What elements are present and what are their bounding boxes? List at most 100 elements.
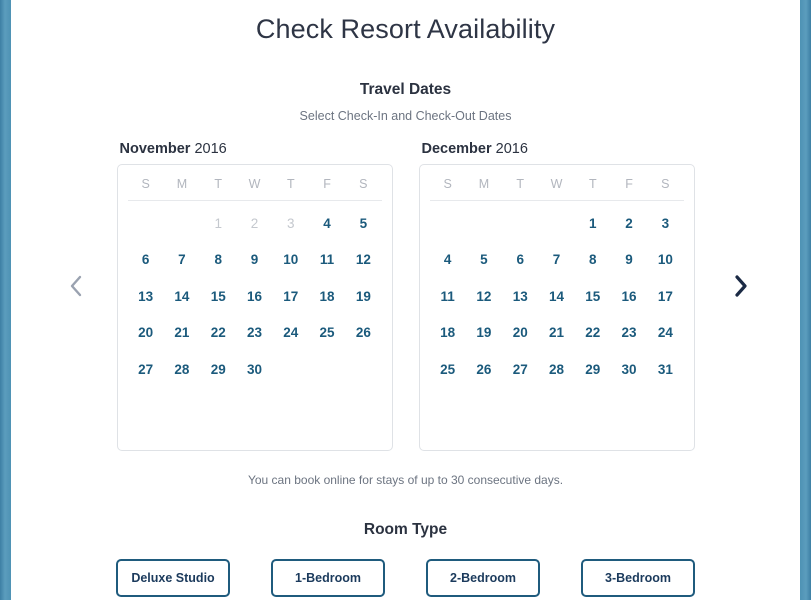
day-cell[interactable]: 8 [575, 242, 611, 279]
day-cell[interactable]: 6 [502, 242, 538, 279]
day-cell[interactable]: 24 [273, 315, 309, 352]
day-cell[interactable]: 6 [128, 242, 164, 279]
day-cell-disabled: 1 [214, 215, 222, 231]
day-cell[interactable]: 25 [430, 351, 466, 388]
calendar-month-name: November [119, 141, 191, 157]
day-cell[interactable]: 25 [309, 315, 345, 352]
day-cell[interactable]: 20 [128, 315, 164, 352]
calendar-card: SMTWTFS 1 2 3 4 5 6 7 8 9 10 11 12 13 14 15 16 17 18 19 20 2… [116, 164, 393, 451]
calendar-november: November 2016 SMTWTFS 1 2 3 4 5 6 7 8 9 10 11 12 13 1… [116, 141, 393, 451]
day-cell[interactable]: 22 [575, 315, 611, 352]
day-cell[interactable]: 27 [502, 351, 538, 388]
day-cell[interactable]: 3 [647, 205, 683, 242]
weekday-label: S [141, 177, 150, 191]
chevron-left-icon [69, 275, 83, 297]
weekday-label: M [478, 177, 490, 191]
calendar-month-name: December [421, 141, 492, 157]
day-cell[interactable]: 20 [502, 315, 538, 352]
right-accent-bar [800, 0, 811, 600]
day-cell[interactable]: 19 [345, 278, 381, 315]
day-cell[interactable]: 22 [200, 315, 236, 352]
day-cell[interactable]: 28 [164, 351, 200, 388]
weekday-header-row: SMTWTFS [429, 177, 684, 201]
day-cell[interactable]: 21 [164, 315, 200, 352]
day-cell[interactable]: 4 [430, 242, 466, 279]
calendar-year: 2016 [495, 141, 528, 157]
day-cell[interactable]: 27 [128, 351, 164, 388]
room-type-heading: Room Type [363, 521, 448, 538]
day-cell[interactable]: 15 [200, 278, 236, 315]
day-cell[interactable]: 21 [538, 315, 574, 352]
chevron-right-icon [734, 275, 748, 297]
prev-month-button[interactable] [59, 269, 93, 303]
day-cell[interactable]: 24 [647, 315, 683, 352]
day-cell[interactable]: 9 [236, 242, 272, 279]
day-cell[interactable]: 19 [466, 315, 502, 352]
day-cell[interactable]: 23 [611, 315, 647, 352]
day-cell[interactable]: 11 [309, 242, 345, 279]
day-cell[interactable]: 23 [236, 315, 272, 352]
day-grid: 1 2 3 4 5 6 7 8 9 10 11 12 13 14 15 16 17 18 19 20 21 22 23 24 2… [128, 201, 382, 388]
day-cell[interactable]: 11 [430, 278, 466, 315]
day-cell[interactable]: 30 [236, 351, 272, 388]
day-cell[interactable]: 26 [466, 351, 502, 388]
booking-limit-note: You can book online for stays of up to 3… [247, 473, 564, 487]
weekday-label: T [214, 177, 223, 191]
day-cell[interactable]: 18 [430, 315, 466, 352]
day-cell[interactable]: 5 [466, 242, 502, 279]
room-type-button[interactable]: Deluxe Studio [116, 559, 230, 597]
day-cell[interactable]: 13 [502, 278, 538, 315]
day-cell[interactable]: 4 [309, 205, 345, 242]
day-cell[interactable]: 31 [647, 351, 683, 388]
weekday-label: M [176, 177, 188, 191]
day-cell[interactable]: 29 [200, 351, 236, 388]
day-cell-disabled: 3 [287, 215, 295, 231]
day-cell[interactable]: 1 [575, 205, 611, 242]
day-cell[interactable]: 28 [538, 351, 574, 388]
day-cell[interactable]: 12 [466, 278, 502, 315]
room-type-item: Deluxe StudioSleeps up to 4 [116, 559, 230, 600]
calendar-year: 2016 [194, 141, 227, 157]
weekday-label: F [625, 177, 633, 191]
calendar-december: December 2016 SMTWTFS 1 2 3 4 5 6 7 8 9 10 11 12 13 1… [418, 141, 695, 451]
day-cell[interactable]: 7 [538, 242, 574, 279]
day-cell[interactable]: 26 [345, 315, 381, 352]
day-cell[interactable]: 7 [164, 242, 200, 279]
weekday-label: S [661, 177, 670, 191]
day-cell[interactable]: 30 [611, 351, 647, 388]
day-cell[interactable]: 13 [128, 278, 164, 315]
day-cell-empty [466, 205, 502, 242]
calendar-month-label: December 2016 [422, 141, 695, 157]
day-cell[interactable]: 14 [164, 278, 200, 315]
travel-dates-heading: Travel Dates [359, 81, 452, 98]
room-type-item: 3-BedroomSleeps up to 12 [581, 559, 695, 600]
day-cell[interactable]: 8 [200, 242, 236, 279]
day-cell[interactable]: 5 [345, 205, 381, 242]
day-cell[interactable]: 12 [345, 242, 381, 279]
day-cell-empty [164, 205, 200, 242]
day-grid: 1 2 3 4 5 6 7 8 9 10 11 12 13 14 15 16 17 18 19 20 21 22 23 24 2… [430, 201, 684, 388]
day-cell[interactable]: 14 [538, 278, 574, 315]
page-title: Check Resort Availability [255, 14, 556, 44]
day-cell[interactable]: 16 [236, 278, 272, 315]
day-cell[interactable]: 10 [273, 242, 309, 279]
day-cell[interactable]: 16 [611, 278, 647, 315]
day-cell-empty [502, 205, 538, 242]
day-cell[interactable]: 29 [575, 351, 611, 388]
day-cell[interactable]: 18 [309, 278, 345, 315]
room-type-button[interactable]: 3-Bedroom [581, 559, 695, 597]
day-cell[interactable]: 17 [647, 278, 683, 315]
calendar-card: SMTWTFS 1 2 3 4 5 6 7 8 9 10 11 12 13 14 15 16 17 18 19 20 2… [418, 164, 695, 451]
day-cell[interactable]: 2 [611, 205, 647, 242]
room-type-button[interactable]: 1-Bedroom [271, 559, 385, 597]
day-cell[interactable]: 9 [611, 242, 647, 279]
day-cell[interactable]: 17 [273, 278, 309, 315]
room-type-button[interactable]: 2-Bedroom [426, 559, 540, 597]
day-cell[interactable]: 10 [647, 242, 683, 279]
weekday-label: W [248, 177, 261, 191]
room-type-options: Deluxe StudioSleeps up to 4 1-BedroomSlee… [11, 559, 800, 600]
day-cell[interactable]: 15 [575, 278, 611, 315]
next-month-button[interactable] [724, 269, 758, 303]
left-accent-bar [0, 0, 11, 600]
room-type-item: 1-BedroomSleeps up to 5 [271, 559, 385, 600]
